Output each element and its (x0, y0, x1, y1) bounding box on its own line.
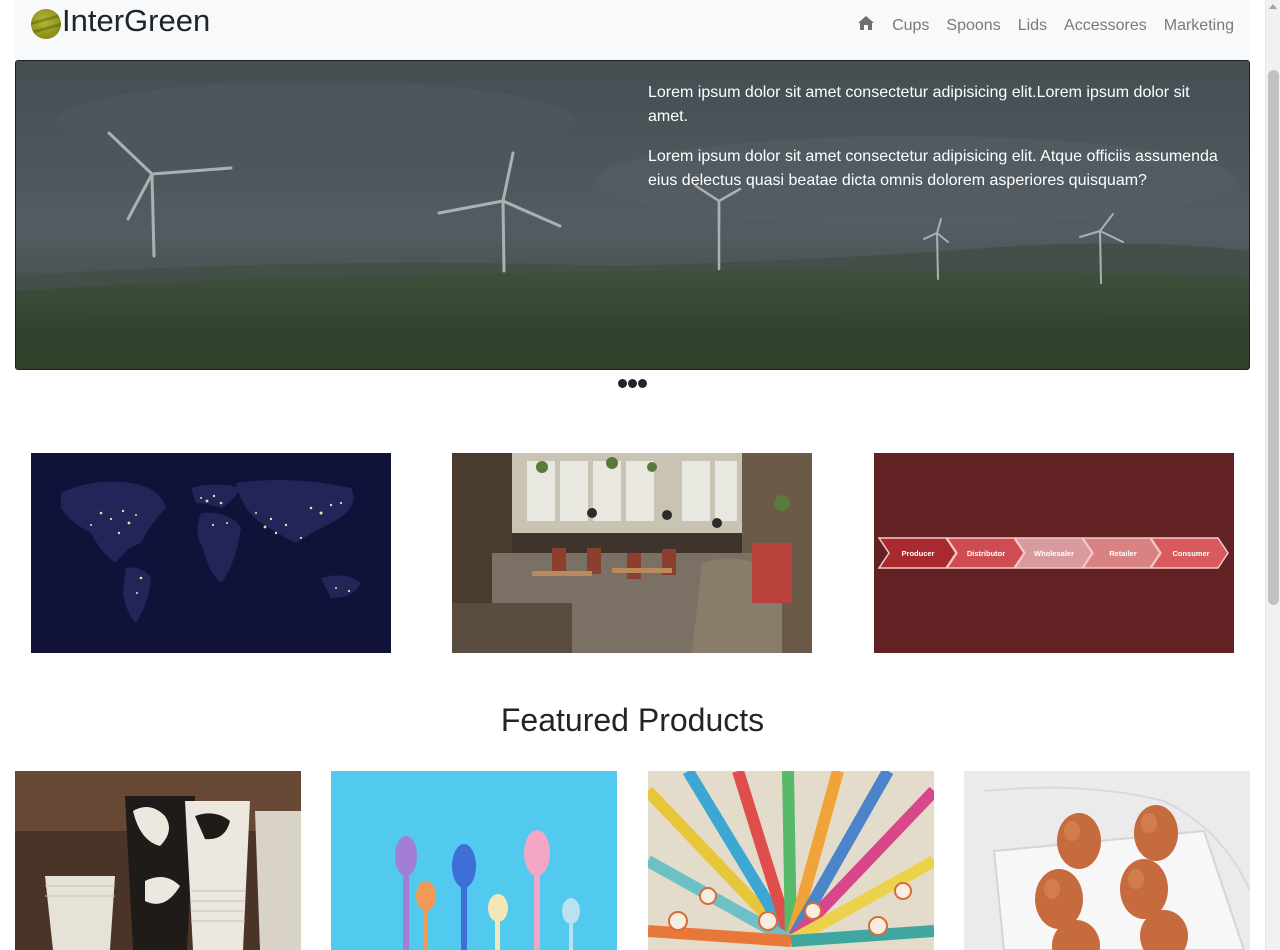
hero-carousel[interactable]: Lorem ipsum dolor sit amet consectetur a… (15, 60, 1250, 370)
nav-home[interactable] (857, 14, 875, 37)
carousel-indicator-3[interactable] (638, 379, 647, 388)
svg-text:Consumer: Consumer (1172, 549, 1209, 558)
product-card-cups[interactable] (15, 771, 301, 950)
home-icon (858, 16, 875, 30)
carousel-indicators (618, 379, 648, 388)
svg-text:Wholesaler: Wholesaler (1034, 549, 1074, 558)
chain-step-consumer: Consumer (1149, 537, 1229, 569)
page-container: InterGreen Cups Spoons Lids Accessores M… (15, 0, 1250, 950)
scroll-up-icon[interactable] (1269, 4, 1277, 9)
featured-products-title: Featured Products (500, 702, 765, 738)
svg-text:Retailer: Retailer (1109, 549, 1137, 558)
chain-step-retailer: Retailer (1081, 537, 1161, 569)
product-card-eggs[interactable] (964, 771, 1250, 950)
svg-text:Producer: Producer (902, 549, 935, 558)
nav-item-lids[interactable]: Lids (1018, 16, 1047, 36)
hero-caption: Lorem ipsum dolor sit amet consectetur a… (648, 81, 1228, 209)
supply-chain-image: Producer Distributor Wholesaler Retailer… (874, 453, 1234, 653)
brand-link[interactable]: InterGreen (31, 3, 210, 39)
hero-paragraph-2: Lorem ipsum dolor sit amet consectetur a… (648, 148, 1218, 189)
chain-step-distributor: Distributor (945, 537, 1025, 569)
nav-item-marketing[interactable]: Marketing (1164, 16, 1234, 36)
svg-text:Distributor: Distributor (967, 549, 1005, 558)
carousel-indicator-2[interactable] (628, 379, 637, 388)
product-card-spoons[interactable] (331, 771, 617, 950)
scrollbar-thumb[interactable] (1268, 70, 1279, 605)
cups-image (15, 771, 301, 950)
page-scrollbar[interactable] (1265, 0, 1280, 950)
world-map-image (31, 453, 391, 653)
straws-image (648, 771, 934, 950)
nav-menu: Cups Spoons Lids Accessores Marketing (840, 14, 1234, 37)
eggs-tray-image (964, 771, 1250, 950)
brand-logo-icon (31, 9, 61, 39)
cafe-interior-image (452, 453, 812, 653)
hero-paragraph-1: Lorem ipsum dolor sit amet consectetur a… (648, 84, 1190, 125)
chain-step-wholesaler: Wholesaler (1013, 537, 1093, 569)
nav-item-accessores[interactable]: Accessores (1064, 16, 1147, 36)
nav-item-spoons[interactable]: Spoons (946, 16, 1000, 36)
navbar: InterGreen Cups Spoons Lids Accessores M… (15, 0, 1250, 60)
product-card-straws[interactable] (648, 771, 934, 950)
carousel-indicator-1[interactable] (618, 379, 627, 388)
spoons-image (331, 771, 617, 950)
nav-item-cups[interactable]: Cups (892, 16, 929, 36)
brand-name: InterGreen (62, 3, 211, 38)
chain-step-producer: Producer (877, 537, 957, 569)
